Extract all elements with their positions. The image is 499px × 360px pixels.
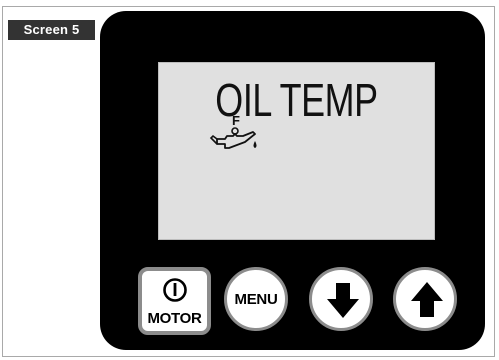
arrow-down-icon — [327, 283, 359, 318]
arrow-up-icon — [411, 282, 443, 317]
power-icon — [163, 278, 187, 302]
motor-button-label: MOTOR — [147, 310, 202, 327]
down-button[interactable] — [309, 267, 373, 331]
menu-button-label: MENU — [234, 291, 278, 308]
lcd-display: OIL TEMP — [158, 62, 435, 240]
menu-button[interactable]: MENU — [224, 267, 288, 331]
motor-button[interactable]: MOTOR — [138, 267, 211, 335]
oil-can-icon — [209, 127, 257, 149]
screen-label: Screen 5 — [8, 20, 95, 40]
up-button[interactable] — [393, 267, 457, 331]
